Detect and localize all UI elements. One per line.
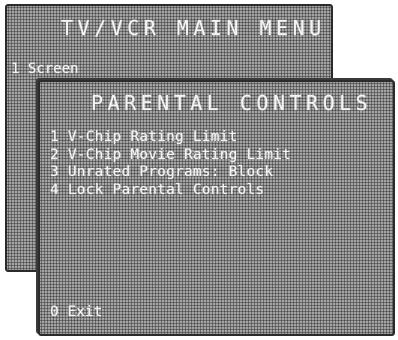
main-menu-item-screen[interactable]: 1 Screen: [11, 61, 78, 77]
parental-controls-screen: PARENTAL CONTROLS 1 V-Chip Rating Limit …: [38, 80, 395, 336]
menu-item-lock-parental-controls[interactable]: 4 Lock Parental Controls: [50, 182, 291, 200]
menu-item-vchip-movie-rating-limit[interactable]: 2 V-Chip Movie Rating Limit: [50, 147, 291, 165]
parental-controls-menu: 1 V-Chip Rating Limit 2 V-Chip Movie Rat…: [50, 129, 291, 199]
parental-controls-title: PARENTAL CONTROLS: [91, 91, 373, 115]
exit-menu-item[interactable]: 0 Exit: [50, 304, 102, 320]
main-menu-title: TV/VCR MAIN MENU: [61, 16, 326, 40]
menu-item-unrated-programs[interactable]: 3 Unrated Programs: Block: [50, 164, 291, 182]
menu-item-vchip-rating-limit[interactable]: 1 V-Chip Rating Limit: [50, 129, 291, 147]
